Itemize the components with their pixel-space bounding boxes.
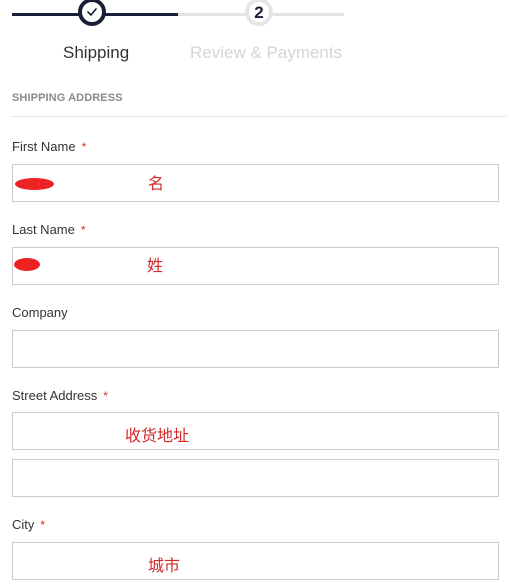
required-asterisk: * xyxy=(40,518,46,532)
redaction-mark xyxy=(14,258,40,271)
required-asterisk: * xyxy=(81,140,87,154)
progress-stepper: 2 Shipping Review & Payments xyxy=(0,0,507,75)
street-address-label: Street Address * xyxy=(12,388,108,403)
first-name-annotation: 名 xyxy=(148,174,165,193)
street-address-label-text: Street Address xyxy=(12,388,98,403)
company-label-text: Company xyxy=(12,305,68,320)
city-label-text: City xyxy=(12,517,35,532)
last-name-label-text: Last Name xyxy=(12,222,75,237)
last-name-input[interactable] xyxy=(12,247,499,285)
city-input[interactable] xyxy=(12,542,499,580)
step-number: 2 xyxy=(254,2,264,22)
first-name-label: First Name * xyxy=(12,139,86,154)
step-review-indicator: 2 xyxy=(245,0,273,26)
first-name-input[interactable] xyxy=(12,164,499,202)
section-divider xyxy=(12,116,507,117)
street-address-line1-input[interactable] xyxy=(12,412,499,450)
company-label: Company xyxy=(12,305,68,320)
city-label: City * xyxy=(12,517,45,532)
section-title: SHIPPING ADDRESS xyxy=(12,92,123,104)
company-input[interactable] xyxy=(12,330,499,368)
required-asterisk: * xyxy=(80,223,86,237)
required-asterisk: * xyxy=(103,389,108,403)
first-name-label-text: First Name xyxy=(12,139,76,154)
last-name-annotation: 姓 xyxy=(147,256,164,275)
street-address-line2-input[interactable] xyxy=(12,459,499,497)
last-name-label: Last Name * xyxy=(12,222,86,237)
step-label-review-payments: Review & Payments xyxy=(190,43,343,62)
checkout-page: 2 Shipping Review & Payments SHIPPING AD… xyxy=(0,0,507,588)
city-annotation: 城市 xyxy=(148,556,181,575)
step-label-shipping[interactable]: Shipping xyxy=(63,43,129,63)
street-address-annotation: 收货地址 xyxy=(125,426,190,445)
step-shipping-indicator[interactable] xyxy=(78,0,106,26)
check-icon xyxy=(87,8,97,16)
redaction-mark xyxy=(15,178,54,190)
